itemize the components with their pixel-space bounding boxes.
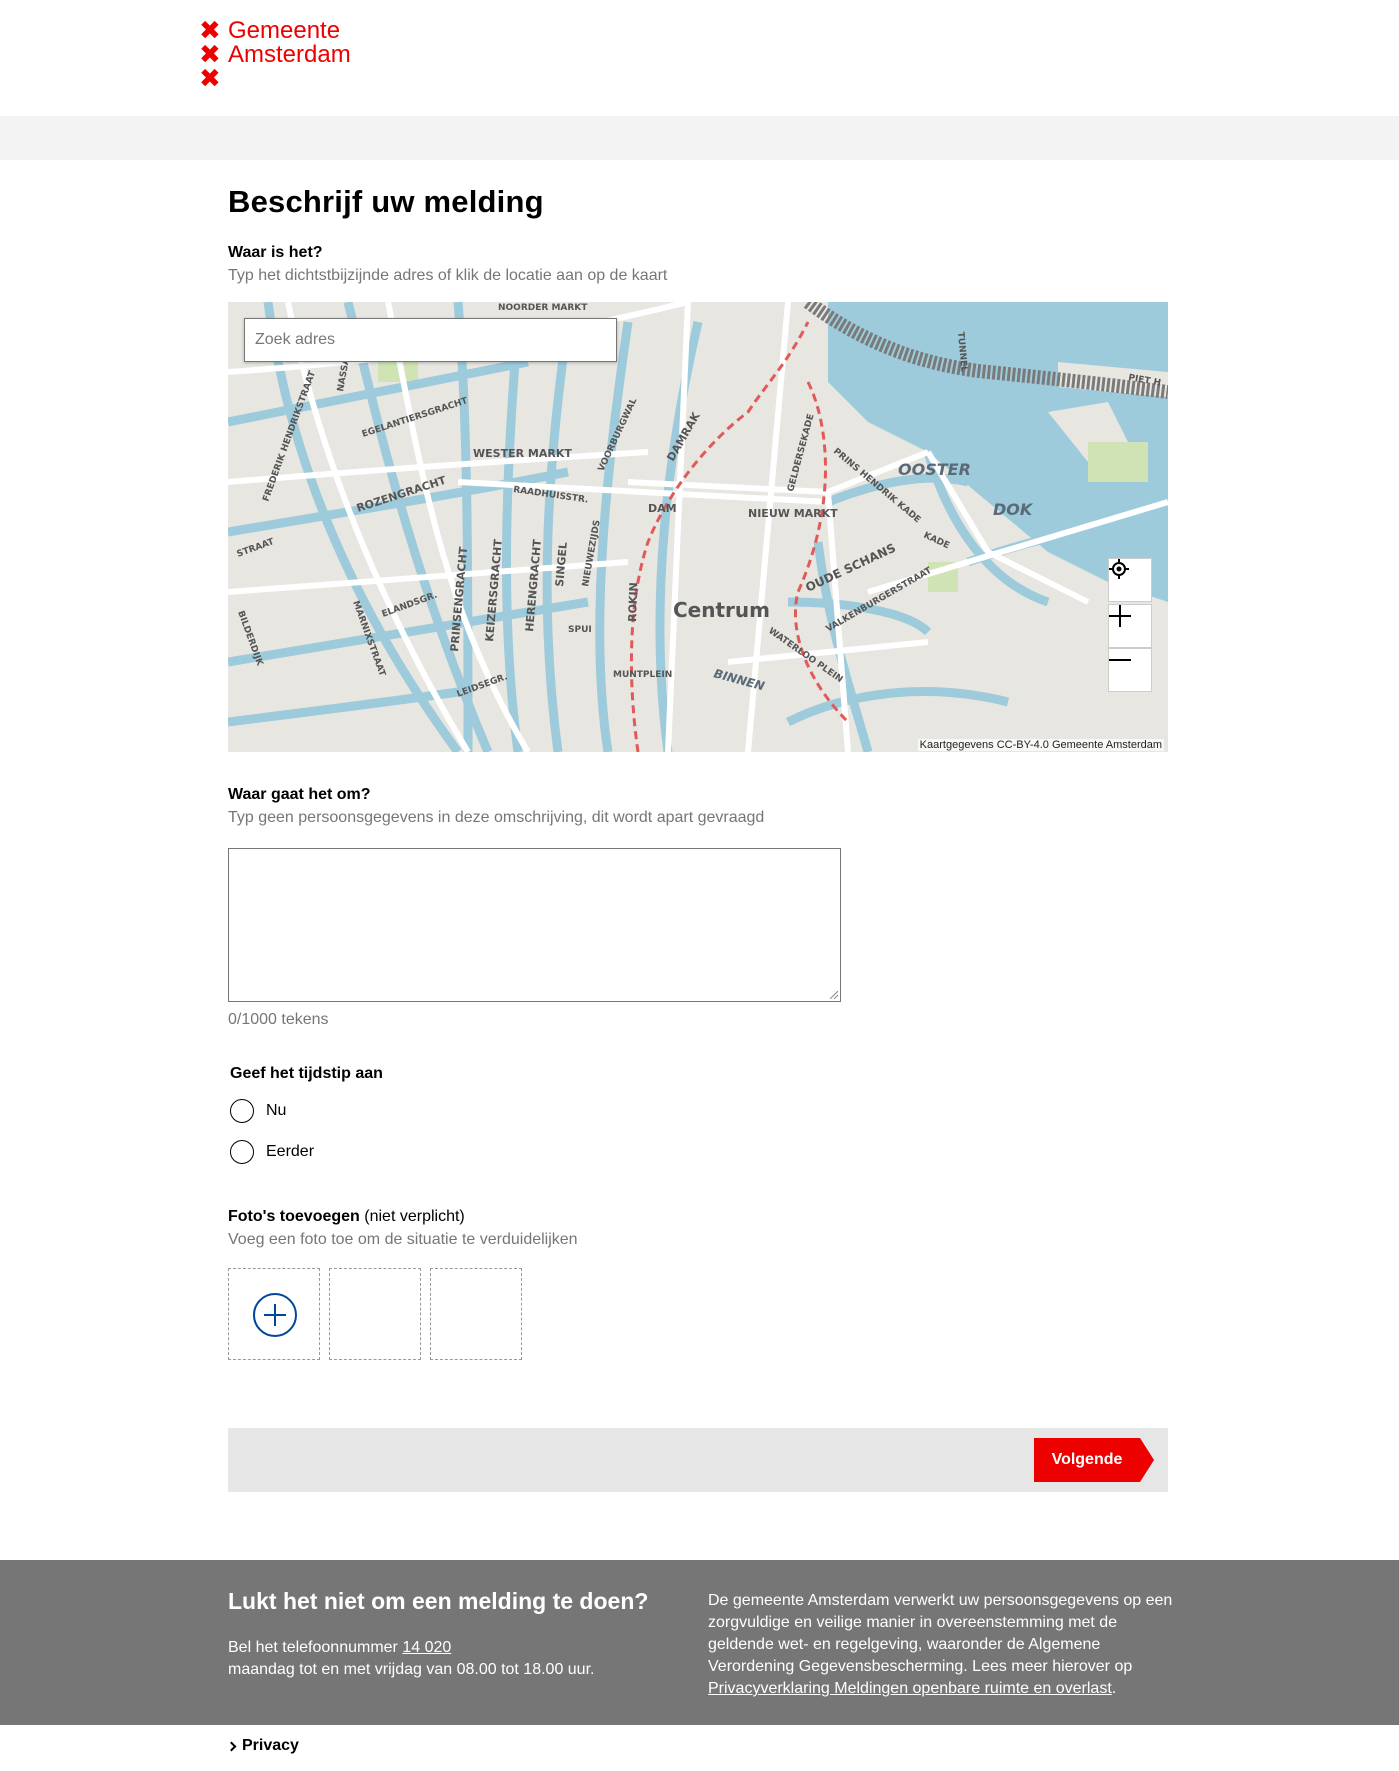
map-label: Centrum bbox=[673, 598, 770, 622]
page-title: Beschrijf uw melding bbox=[228, 184, 544, 219]
next-button-label: Volgende bbox=[1051, 1451, 1123, 1468]
map-label: DAM bbox=[648, 502, 677, 515]
description-textarea[interactable] bbox=[228, 848, 841, 1002]
description-label: Waar gaat het om? bbox=[228, 786, 371, 803]
photo-slot-empty bbox=[329, 1268, 421, 1360]
radio-button-now[interactable] bbox=[230, 1099, 254, 1123]
time-label: Geef het tijdstip aan bbox=[230, 1065, 383, 1082]
address-search-input[interactable]: Zoek adres bbox=[244, 318, 617, 362]
privacy-link-label[interactable]: Privacy bbox=[242, 1737, 299, 1755]
andreas-crosses-icon: ✖ ✖ ✖ bbox=[199, 18, 221, 94]
map-label: NIEUW MARKT bbox=[748, 507, 838, 520]
footer-phone-line: Bel het telefoonnummer 14 020 bbox=[228, 1639, 451, 1657]
photos-label-text: Foto's toevoegen bbox=[228, 1208, 360, 1225]
footer-hours: maandag tot en met vrijdag van 08.00 tot… bbox=[228, 1661, 595, 1678]
map-attribution: Kaartgegevens CC-BY-4.0 Gemeente Amsterd… bbox=[917, 739, 1164, 751]
map-label: MUNTPLEIN bbox=[613, 670, 672, 680]
add-photo-plus-icon bbox=[253, 1293, 297, 1337]
locate-icon bbox=[1109, 559, 1129, 579]
photos-hint: Voeg een foto toe om de situatie te verd… bbox=[228, 1231, 578, 1248]
zoom-out-icon bbox=[1109, 659, 1131, 661]
footer-privacy-text: De gemeente Amsterdam verwerkt uw persoo… bbox=[708, 1592, 1173, 1675]
privacy-statement-link[interactable]: Privacyverklaring Meldingen openbare rui… bbox=[708, 1680, 1112, 1697]
map-label: SPUI bbox=[568, 625, 592, 635]
time-option-now[interactable]: Nu bbox=[230, 1099, 286, 1123]
zoom-out-button[interactable] bbox=[1108, 648, 1152, 692]
map-label: NOORDER MARKT bbox=[498, 303, 588, 313]
photos-label: Foto's toevoegen (niet verplicht) bbox=[228, 1208, 465, 1226]
photos-optional-text: (niet verplicht) bbox=[364, 1208, 465, 1225]
map-label: WESTER MARKT bbox=[473, 447, 572, 460]
locate-me-button[interactable] bbox=[1108, 558, 1152, 602]
radio-button-earlier[interactable] bbox=[230, 1140, 254, 1164]
zoom-in-icon bbox=[1109, 605, 1131, 627]
logo-line-1: Gemeente bbox=[228, 17, 341, 44]
cross-icon: ✖ bbox=[199, 64, 221, 94]
next-button[interactable]: Volgende bbox=[1034, 1438, 1154, 1482]
logo-text: Gemeente Amsterdam bbox=[228, 19, 351, 67]
map-label: OOSTER bbox=[898, 460, 971, 479]
footer-privacy-end: . bbox=[1111, 1680, 1117, 1697]
footer-privacy-statement: De gemeente Amsterdam verwerkt uw persoo… bbox=[708, 1590, 1178, 1700]
footer-title: Lukt het niet om een melding te doen? bbox=[228, 1588, 649, 1614]
footer-phone-prefix: Bel het telefoonnummer bbox=[228, 1639, 398, 1656]
map-label: DOK bbox=[993, 500, 1034, 519]
form-navigation-bar: Volgende bbox=[228, 1428, 1168, 1492]
description-hint: Typ geen persoonsgegevens in deze omschr… bbox=[228, 809, 765, 826]
photo-slot-empty bbox=[430, 1268, 522, 1360]
radio-label-earlier[interactable]: Eerder bbox=[266, 1143, 314, 1161]
location-map[interactable]: OOSTER DOK Centrum DAM WESTER MARKT NIEU… bbox=[228, 302, 1168, 752]
location-hint: Typ het dichtstbijzijnde adres of klik d… bbox=[228, 267, 668, 284]
char-counter: 0/1000 tekens bbox=[228, 1011, 329, 1028]
site-footer: Lukt het niet om een melding te doen? Be… bbox=[0, 1560, 1399, 1725]
resize-handle-icon[interactable] bbox=[830, 991, 838, 999]
logo-line-2: Amsterdam bbox=[228, 41, 351, 68]
radio-label-now[interactable]: Nu bbox=[266, 1102, 286, 1120]
zoom-in-button[interactable] bbox=[1108, 604, 1152, 648]
location-label: Waar is het? bbox=[228, 244, 323, 261]
phone-number-link[interactable]: 14 020 bbox=[402, 1639, 451, 1656]
map-label: ROKIN bbox=[626, 582, 640, 622]
add-photo-button[interactable] bbox=[228, 1268, 320, 1360]
site-header: ✖ ✖ ✖ Gemeente Amsterdam bbox=[0, 0, 1399, 116]
time-option-earlier[interactable]: Eerder bbox=[230, 1140, 314, 1164]
privacy-link[interactable]: Privacy bbox=[226, 1737, 299, 1755]
header-subbar bbox=[0, 116, 1399, 160]
chevron-right-icon bbox=[226, 1741, 237, 1751]
map-tiles[interactable]: OOSTER DOK Centrum DAM WESTER MARKT NIEU… bbox=[228, 302, 1168, 752]
address-search-placeholder: Zoek adres bbox=[255, 331, 336, 348]
